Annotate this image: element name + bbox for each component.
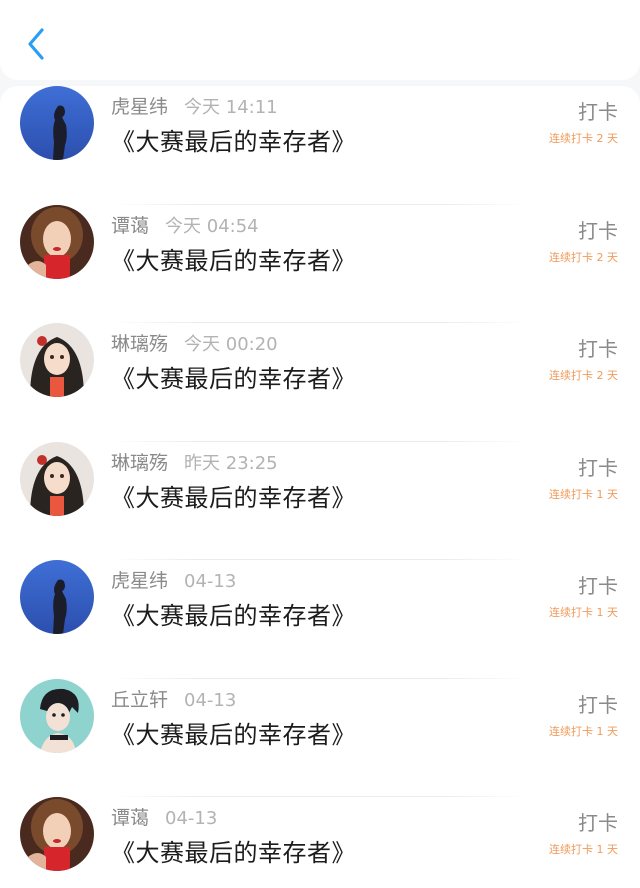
user-name[interactable]: 虎星纬 xyxy=(111,92,168,119)
streak-badge: 连续打卡 2 天 xyxy=(549,250,618,264)
list-item[interactable]: 虎星纬 04-13 《大赛最后的幸存者》 打卡 连续打卡 1 天 xyxy=(0,560,640,679)
entry-meta: 谭蔼 04-13 xyxy=(111,803,217,829)
timestamp: 今天 04:54 xyxy=(165,215,259,237)
user-name[interactable]: 丘立轩 xyxy=(111,685,168,712)
user-name[interactable]: 谭蔼 xyxy=(111,211,149,238)
checkin-label: 打卡 xyxy=(578,337,618,361)
top-bar xyxy=(0,0,640,80)
book-title[interactable]: 《大赛最后的幸存者》 xyxy=(111,359,356,394)
checkin-label: 打卡 xyxy=(578,574,618,598)
timestamp: 04-13 xyxy=(184,689,237,711)
chevron-left-icon xyxy=(28,28,44,60)
avatar-anime-girl-image xyxy=(20,323,94,397)
streak-badge: 连续打卡 2 天 xyxy=(549,132,618,145)
checkin-label: 打卡 xyxy=(578,692,618,717)
avatar-anime-girl-image xyxy=(20,441,94,516)
entry-meta: 谭蔼 今天 04:54 xyxy=(111,211,259,237)
list-item[interactable]: 谭蔼 今天 04:54 《大赛最后的幸存者》 打卡 连续打卡 2 天 xyxy=(0,204,640,323)
user-name[interactable]: 琳璃殇 xyxy=(111,329,168,356)
avatar[interactable] xyxy=(20,678,94,753)
list-item[interactable]: 虎星纬 今天 14:11 《大赛最后的幸存者》 打卡 连续打卡 2 天 xyxy=(0,86,640,205)
streak-badge: 连续打卡 1 天 xyxy=(549,606,618,619)
avatar-woman-image xyxy=(20,797,94,871)
book-title[interactable]: 《大赛最后的幸存者》 xyxy=(111,715,356,750)
timestamp: 今天 14:11 xyxy=(184,97,278,118)
avatar[interactable] xyxy=(20,204,94,279)
list-item[interactable]: 丘立轩 04-13 《大赛最后的幸存者》 打卡 连续打卡 1 天 xyxy=(0,678,640,797)
checkin-list: 虎星纬 今天 14:11 《大赛最后的幸存者》 打卡 连续打卡 2 天 谭蔼 今… xyxy=(0,86,640,888)
book-title[interactable]: 《大赛最后的幸存者》 xyxy=(111,478,356,513)
streak-badge: 连续打卡 1 天 xyxy=(549,843,618,856)
timestamp: 今天 00:20 xyxy=(184,334,278,355)
entry-meta: 虎星纬 04-13 xyxy=(111,566,236,592)
list-item[interactable]: 谭蔼 04-13 《大赛最后的幸存者》 打卡 连续打卡 1 天 xyxy=(0,797,640,888)
checkin-label: 打卡 xyxy=(578,811,618,835)
streak-badge: 连续打卡 1 天 xyxy=(549,724,618,738)
avatar-woman-image xyxy=(20,204,94,279)
checkin-label: 打卡 xyxy=(578,455,618,480)
entry-meta: 琳璃殇 昨天 23:25 xyxy=(111,448,278,474)
entry-meta: 虎星纬 今天 14:11 xyxy=(111,92,278,118)
book-title[interactable]: 《大赛最后的幸存者》 xyxy=(111,241,356,276)
avatar[interactable] xyxy=(20,86,94,160)
timestamp: 昨天 23:25 xyxy=(184,452,278,474)
user-name[interactable]: 虎星纬 xyxy=(111,566,168,593)
entry-meta: 琳璃殇 今天 00:20 xyxy=(111,329,278,355)
checkin-label: 打卡 xyxy=(578,218,618,243)
entry-meta: 丘立轩 04-13 xyxy=(111,685,236,711)
avatar[interactable] xyxy=(20,441,94,516)
avatar-anime-boy-image xyxy=(20,678,94,753)
back-button[interactable] xyxy=(18,24,54,64)
user-name[interactable]: 琳璃殇 xyxy=(111,448,168,475)
avatar[interactable] xyxy=(20,797,94,871)
avatar[interactable] xyxy=(20,560,94,634)
streak-badge: 连续打卡 1 天 xyxy=(549,487,618,501)
avatar[interactable] xyxy=(20,323,94,397)
avatar-silhouette-image xyxy=(20,86,94,160)
timestamp: 04-13 xyxy=(165,808,218,829)
book-title[interactable]: 《大赛最后的幸存者》 xyxy=(111,596,356,631)
streak-badge: 连续打卡 2 天 xyxy=(549,369,618,382)
list-item[interactable]: 琳璃殇 今天 00:20 《大赛最后的幸存者》 打卡 连续打卡 2 天 xyxy=(0,323,640,442)
checkin-label: 打卡 xyxy=(578,100,618,124)
avatar-silhouette-image xyxy=(20,560,94,634)
timestamp: 04-13 xyxy=(184,571,237,592)
user-name[interactable]: 谭蔼 xyxy=(111,803,149,830)
list-item[interactable]: 琳璃殇 昨天 23:25 《大赛最后的幸存者》 打卡 连续打卡 1 天 xyxy=(0,441,640,560)
book-title[interactable]: 《大赛最后的幸存者》 xyxy=(111,122,356,157)
book-title[interactable]: 《大赛最后的幸存者》 xyxy=(111,833,356,868)
